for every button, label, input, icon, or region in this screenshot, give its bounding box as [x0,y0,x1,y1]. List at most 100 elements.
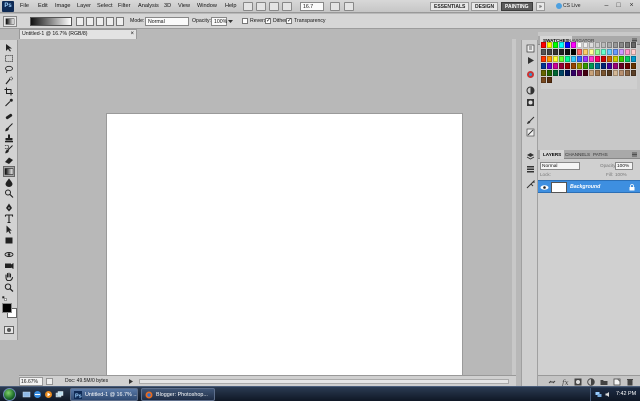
actions-panel-icon[interactable] [526,56,535,65]
tab-channels[interactable]: CHANNELS [562,150,593,159]
close-icon[interactable]: × [627,2,636,11]
color-swatch[interactable] [565,70,570,76]
color-swatch[interactable] [607,49,612,55]
color-swatch[interactable] [625,56,630,62]
lasso-tool-icon[interactable] [4,65,14,74]
color-swatch[interactable] [595,70,600,76]
foreground-color-swatch[interactable] [2,303,12,313]
grid-view-icon[interactable] [269,2,279,11]
channels-panel-icon[interactable] [526,164,535,173]
color-swatch[interactable] [625,42,630,48]
color-swatch[interactable] [571,42,576,48]
adjustments-panel-icon[interactable] [526,86,535,95]
color-swatch[interactable] [619,70,624,76]
color-swatch[interactable] [631,63,636,69]
start-button[interactable] [3,388,16,401]
menu-3d[interactable]: 3D [162,0,173,13]
document-tab[interactable]: Untitled-1 @ 16.7% (RGB/8) × [19,29,137,39]
color-swatch[interactable] [541,49,546,55]
arrange-documents-icon[interactable] [330,2,340,11]
color-swatch[interactable] [559,70,564,76]
angle-gradient-icon[interactable] [96,17,104,26]
color-swatch[interactable] [559,63,564,69]
color-swatch[interactable] [571,49,576,55]
move-tool-icon[interactable] [4,43,14,52]
color-swatch[interactable] [601,70,606,76]
3d-camera-tool-icon[interactable] [4,261,14,270]
color-swatch[interactable] [613,56,618,62]
menu-filter[interactable]: Filter [116,0,132,13]
color-swatch[interactable] [619,49,624,55]
color-swatch[interactable] [565,49,570,55]
ie-quicklaunch-icon[interactable] [33,390,42,399]
layer-opacity-field[interactable]: 100% [615,162,633,170]
color-swatch[interactable] [553,56,558,62]
color-swatch[interactable] [577,42,582,48]
fill-field[interactable]: 100% [615,171,627,179]
menu-image[interactable]: Image [53,0,73,13]
clone-stamp-tool-icon[interactable] [4,134,14,143]
color-swatch[interactable] [583,70,588,76]
color-swatch[interactable] [577,56,582,62]
color-swatch[interactable] [571,63,576,69]
diamond-gradient-icon[interactable] [116,17,124,26]
tool-preset-picker[interactable] [3,16,17,27]
menu-file[interactable]: File [18,0,31,13]
vertical-scrollbar[interactable] [512,39,516,375]
color-swatch[interactable] [547,63,552,69]
media-player-quicklaunch-icon[interactable] [44,390,53,399]
marquee-tool-icon[interactable] [4,54,14,63]
color-swatch[interactable] [613,70,618,76]
color-swatch[interactable] [565,63,570,69]
color-swatch[interactable] [583,49,588,55]
color-swatch[interactable] [541,77,546,83]
color-swatch[interactable] [559,49,564,55]
menu-view[interactable]: View [176,0,192,13]
color-swatch[interactable] [583,63,588,69]
link-layers-icon[interactable] [548,378,556,386]
swap-colors-icon[interactable] [2,296,7,301]
history-brush-tool-icon[interactable] [4,145,14,154]
color-swatch[interactable] [601,42,606,48]
eyedropper-tool-icon[interactable] [4,98,14,107]
brush-tool-icon[interactable] [4,123,14,132]
layer-name[interactable]: Background [570,181,600,194]
tab-layers[interactable]: LAYERS [540,150,565,159]
color-swatch[interactable] [565,56,570,62]
color-swatch[interactable] [553,49,558,55]
layers-panel-icon[interactable] [526,152,535,161]
color-swatch[interactable] [541,70,546,76]
adjustment-layer-icon[interactable] [587,378,595,386]
color-swatch[interactable] [589,42,594,48]
color-swatch[interactable] [631,56,636,62]
menu-analysis[interactable]: Analysis [136,0,161,13]
color-swatch[interactable] [571,70,576,76]
close-document-icon[interactable]: × [130,30,134,39]
dodge-tool-icon[interactable] [4,189,14,198]
menu-window[interactable]: Window [195,0,219,13]
color-swatch[interactable] [607,70,612,76]
dither-checkbox[interactable]: ✓ [265,18,271,24]
color-swatch[interactable] [631,49,636,55]
color-swatch[interactable] [589,56,594,62]
workspace-more[interactable]: » [536,2,545,11]
show-desktop-icon[interactable] [22,390,31,399]
gradient-tool-icon-active[interactable] [3,166,15,177]
menu-select[interactable]: Select [95,0,115,13]
color-swatch[interactable] [577,49,582,55]
color-swatch[interactable] [595,56,600,62]
color-swatch[interactable] [601,56,606,62]
masks-panel-icon[interactable] [526,98,535,107]
mini-bridge-icon[interactable] [256,2,266,11]
menu-layer[interactable]: Layer [75,0,93,13]
volume-tray-icon[interactable] [605,391,612,398]
color-swatch[interactable] [553,42,558,48]
color-swatch[interactable] [577,70,582,76]
color-swatch[interactable] [619,63,624,69]
hand-tool-icon[interactable] [4,272,14,281]
color-swatch[interactable] [541,42,546,48]
status-preview-icon[interactable] [46,378,53,385]
linear-gradient-icon[interactable] [76,17,84,26]
spot-healing-tool-icon[interactable] [4,112,14,121]
status-menu-icon[interactable] [127,378,134,385]
